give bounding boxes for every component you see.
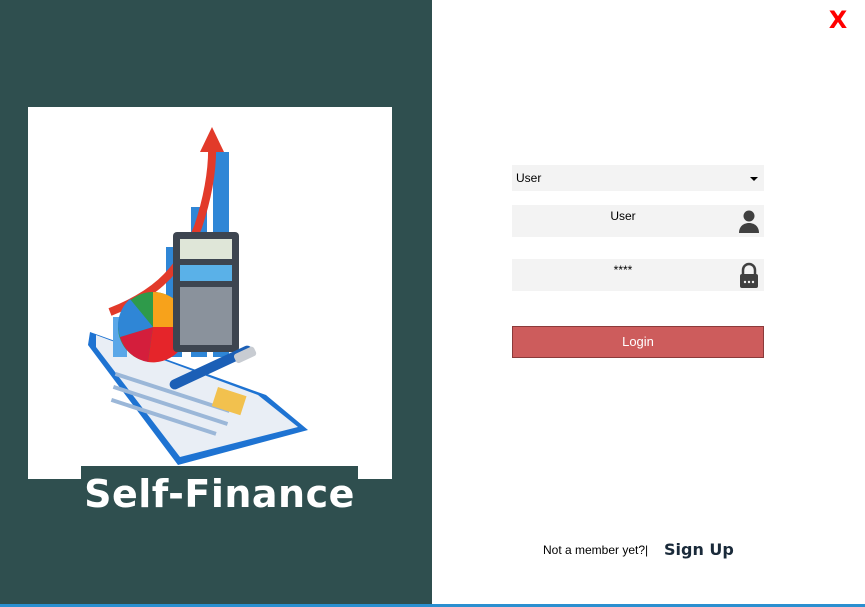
username-field[interactable]: User	[512, 205, 764, 237]
password-field[interactable]: ****	[512, 259, 764, 291]
username-input[interactable]: User	[512, 209, 734, 223]
dropdown-arrow-icon[interactable]	[744, 165, 764, 191]
login-button[interactable]: Login	[512, 326, 764, 358]
app-title: Self-Finance	[81, 466, 358, 522]
user-icon	[739, 210, 759, 233]
finance-illustration	[88, 127, 308, 465]
role-dropdown-value: User	[516, 171, 542, 185]
role-dropdown[interactable]: User	[512, 165, 764, 191]
close-icon[interactable]: X	[823, 6, 853, 34]
signup-prompt: Not a member yet?|	[543, 543, 649, 557]
finance-logo-image	[28, 107, 392, 479]
branding-panel: Self-Finance	[0, 0, 432, 607]
signup-link[interactable]: Sign Up	[664, 540, 734, 559]
login-panel	[432, 0, 865, 607]
lock-icon	[740, 262, 758, 288]
password-input[interactable]: ****	[512, 263, 734, 277]
